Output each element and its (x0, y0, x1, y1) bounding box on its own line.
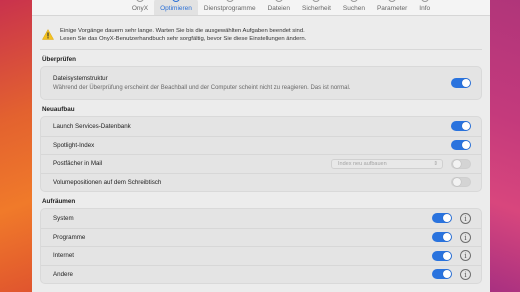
toggle-file-system[interactable] (451, 78, 471, 88)
row-label: Postfächer in Mail (53, 160, 103, 168)
section-title-check: Überprüfen (42, 56, 76, 63)
tab-label: Sicherheit (301, 5, 331, 12)
toggle-knob (462, 141, 470, 150)
row-label: Dateisystemstruktur (53, 75, 108, 82)
row-label: Volumepositionen auf dem Schreibtisch (53, 178, 162, 186)
tab-optimieren[interactable]: Optimieren (154, 0, 198, 15)
warning-triangle-icon (42, 29, 54, 40)
security-icon (312, 0, 321, 2)
row-label: Andere (53, 270, 73, 278)
row-spotlight: Spotlight-Index (41, 135, 481, 155)
tab-dienstprogramme[interactable]: Dienstprogramme (198, 0, 262, 15)
toggle-knob (443, 251, 451, 260)
toggle-programs[interactable] (432, 232, 452, 243)
tab-sicherheit[interactable]: Sicherheit (296, 0, 337, 15)
row-label: Launch Services-Datenbank (53, 122, 131, 130)
cleanup-group: System i Programme i Internet i Andere i (40, 208, 482, 284)
info-icon (420, 0, 429, 2)
row-mail: Postfächer in Mail Index neu aufbauen ⇕ (41, 154, 481, 173)
optimize-icon (172, 0, 180, 2)
row-programs: Programme i (41, 227, 481, 247)
utilities-icon (225, 0, 234, 2)
toggle-knob (443, 270, 451, 279)
onyx-window: OnyX Optimieren Dienstprogramme Dateien … (32, 0, 490, 292)
toolbar: OnyX Optimieren Dienstprogramme Dateien … (32, 0, 490, 16)
section-title-rebuild: Neuaufbau (42, 106, 75, 113)
toggle-other[interactable] (432, 269, 452, 280)
toggle-internet[interactable] (432, 250, 452, 261)
row-label: Internet (53, 252, 74, 260)
tab-label: Info (419, 5, 431, 12)
toggle-knob (462, 79, 470, 87)
row-system: System i (41, 209, 481, 228)
rebuild-group: Launch Services-Datenbank Spotlight-Inde… (40, 116, 482, 192)
row-volume-positions: Volumepositionen auf dem Schreibtisch (41, 172, 481, 192)
warning-line-1: Einige Vorgänge dauern sehr lange. Warte… (60, 28, 305, 34)
warning-line-2: Lesen Sie das OnyX-Benutzerhandbuch sehr… (60, 36, 307, 42)
chevron-updown-icon: ⇕ (433, 160, 438, 167)
tab-label: Dateien (267, 5, 290, 12)
tab-label: Parameter (376, 5, 408, 12)
toggle-spotlight[interactable] (451, 140, 471, 151)
row-controls: i (432, 231, 471, 243)
main-content: Einige Vorgänge dauern sehr lange. Warte… (32, 16, 490, 284)
row-launch-services: Launch Services-Datenbank (41, 117, 481, 136)
tab-label: OnyX (131, 5, 149, 12)
check-group: Dateisystemstruktur Während der Überprüf… (40, 66, 482, 100)
parameter-icon (388, 0, 397, 2)
row-file-system: Dateisystemstruktur Während der Überprüf… (41, 67, 481, 99)
toggle-volume-positions[interactable] (451, 177, 471, 188)
info-icon[interactable]: i (460, 212, 471, 224)
info-icon[interactable]: i (460, 231, 471, 243)
tab-label: Suchen (342, 5, 365, 12)
section-title-cleanup: Aufräumen (42, 198, 76, 205)
desktop-wallpaper-left (0, 0, 32, 292)
tab-info[interactable]: Info (413, 0, 436, 15)
row-label: Spotlight-Index (53, 141, 95, 149)
info-icon[interactable]: i (460, 268, 471, 280)
tab-label: Optimieren (160, 5, 192, 12)
toggle-knob (453, 178, 461, 187)
search-icon (349, 0, 358, 2)
row-controls: i (432, 268, 471, 280)
toggle-knob (462, 122, 470, 131)
toggle-knob (443, 233, 451, 242)
onyx-icon (135, 0, 144, 2)
row-controls: i (432, 250, 471, 262)
row-controls: i (432, 212, 471, 224)
tab-suchen[interactable]: Suchen (337, 0, 371, 15)
toggle-launch-services[interactable] (451, 121, 471, 132)
tab-parameter[interactable]: Parameter (371, 0, 413, 15)
row-internet: Internet i (41, 246, 481, 265)
info-icon[interactable]: i (460, 250, 471, 262)
desktop-wallpaper-right (490, 0, 520, 292)
toggle-system[interactable] (432, 213, 452, 224)
row-controls: Index neu aufbauen ⇕ (331, 158, 471, 169)
toggle-mail[interactable] (451, 158, 471, 169)
mail-action-select[interactable]: Index neu aufbauen ⇕ (331, 158, 443, 169)
select-value: Index neu aufbauen (338, 160, 387, 167)
row-other: Andere i (41, 264, 481, 284)
row-text: Dateisystemstruktur Während der Überprüf… (53, 75, 351, 91)
toggle-knob (443, 214, 451, 223)
tab-label: Dienstprogramme (203, 5, 256, 12)
warning-text: Einige Vorgänge dauern sehr lange. Warte… (60, 27, 306, 43)
toggle-knob (453, 159, 461, 168)
warning-banner: Einige Vorgänge dauern sehr lange. Warte… (40, 22, 482, 50)
files-icon (274, 0, 283, 2)
tab-dateien[interactable]: Dateien (262, 0, 296, 15)
row-description: Während der Überprüfung erscheint der Be… (53, 85, 351, 91)
tab-onyx[interactable]: OnyX (126, 0, 154, 15)
row-label: Programme (53, 233, 86, 241)
row-label: System (53, 214, 74, 222)
